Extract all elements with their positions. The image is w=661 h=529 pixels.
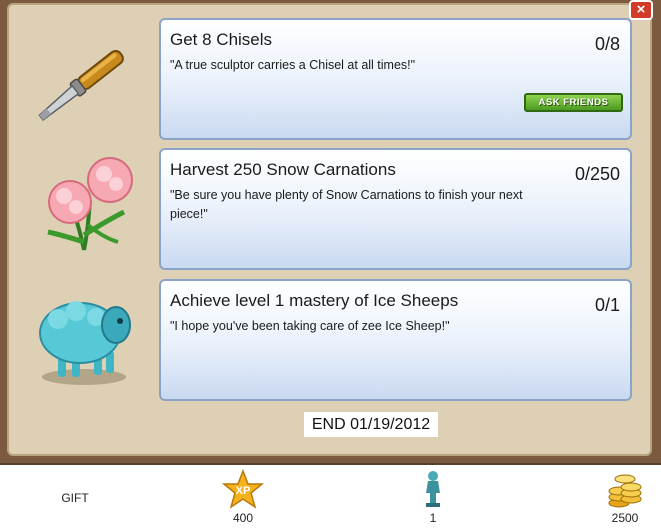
ice-sheep-icon bbox=[18, 285, 148, 405]
quest-progress: 0/250 bbox=[574, 164, 620, 184]
snow-carnation-icon bbox=[18, 150, 148, 270]
quest-card-ice-sheep: Achieve level 1 mastery of Ice Sheeps "I… bbox=[159, 279, 632, 401]
end-date: END 01/19/2012 bbox=[304, 412, 438, 437]
quest-title: Get 8 Chisels bbox=[170, 30, 273, 49]
ask-friends-button[interactable]: ASK FRIENDS bbox=[524, 93, 623, 112]
quest-card-snow-carnations: Harvest 250 Snow Carnations "Be sure you… bbox=[159, 148, 632, 270]
gift-label: GIFT bbox=[61, 491, 89, 505]
ice-statue-icon bbox=[418, 469, 448, 509]
quest-card-chisels: Get 8 Chisels "A true sculptor carries a… bbox=[159, 18, 632, 140]
quest-description: "Be sure you have plenty of Snow Carnati… bbox=[170, 188, 523, 221]
xp-icon-text: XP bbox=[236, 485, 251, 497]
statue-value: 1 bbox=[429, 511, 437, 525]
close-button[interactable]: × bbox=[629, 0, 653, 20]
quest-description: "I hope you've been taking care of zee I… bbox=[170, 319, 450, 333]
xp-value: 400 bbox=[232, 511, 254, 525]
coins-value: 2500 bbox=[611, 511, 639, 525]
quest-progress: 0/8 bbox=[594, 34, 620, 54]
quest-title: Achieve level 1 mastery of Ice Sheeps bbox=[170, 291, 459, 310]
coins-icon bbox=[607, 469, 643, 509]
quest-title: Harvest 250 Snow Carnations bbox=[170, 160, 396, 179]
xp-star-icon: XP bbox=[221, 468, 265, 509]
chisel-icon bbox=[18, 35, 148, 155]
quest-progress: 0/1 bbox=[594, 295, 620, 315]
quest-description: "A true sculptor carries a Chisel at all… bbox=[170, 58, 416, 72]
